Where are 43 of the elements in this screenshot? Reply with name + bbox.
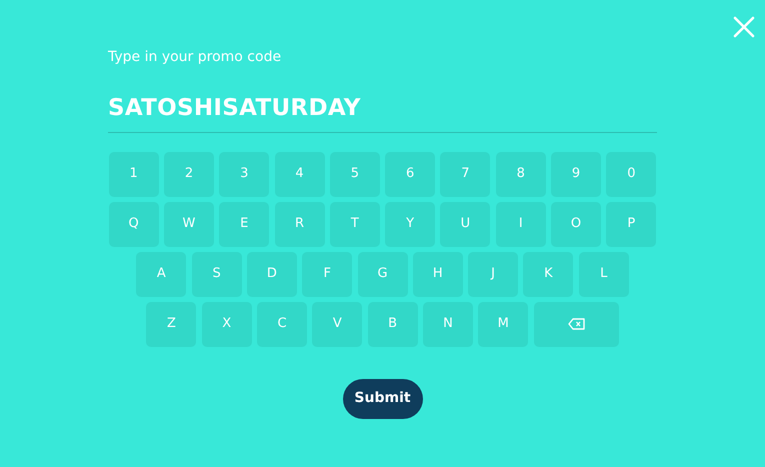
keyboard-key[interactable]: 7 [440,152,490,196]
keyboard-key[interactable]: I [496,202,546,246]
backspace-icon [568,318,585,330]
keyboard-key[interactable]: 2 [164,152,214,196]
keyboard-key[interactable]: 8 [496,152,546,196]
keyboard-key[interactable]: N [422,302,473,346]
keyboard-key[interactable]: S [192,252,242,296]
keyboard-key[interactable]: R [274,202,325,246]
keyboard-key[interactable]: M [478,302,528,346]
keyboard-key[interactable]: C [257,302,308,346]
keyboard-key[interactable]: Z [146,302,196,346]
keyboard-key[interactable]: 1 [108,152,159,196]
keyboard-key[interactable]: 9 [551,152,602,196]
keyboard-key[interactable]: 0 [606,152,656,196]
keyboard-key[interactable]: G [358,252,408,296]
promo-code-field[interactable]: SATOSHISATURDAY [108,91,657,132]
keyboard-key[interactable]: D [246,252,297,296]
keyboard-key[interactable]: 5 [330,152,380,196]
keyboard-key[interactable]: O [551,202,602,246]
keyboard-key[interactable]: Q [108,202,159,246]
keyboard-key[interactable]: T [330,202,380,246]
keyboard-key[interactable]: P [606,202,656,246]
keyboard-key[interactable]: A [136,252,186,296]
keyboard-key[interactable]: J [468,252,518,296]
keyboard-key[interactable]: V [312,302,362,346]
close-button[interactable] [733,16,755,38]
keyboard-key[interactable]: 4 [274,152,325,196]
keyboard-key[interactable]: 3 [219,152,270,196]
keyboard-key[interactable]: W [164,202,214,246]
keyboard-key[interactable]: B [368,302,418,346]
keyboard-key[interactable]: L [578,252,629,296]
keyboard-key[interactable]: F [302,252,352,296]
keyboard-key[interactable]: H [412,252,463,296]
close-icon [733,16,755,38]
keyboard-key[interactable]: 6 [385,152,436,196]
backspace-key[interactable] [534,302,619,346]
keyboard-key[interactable]: E [219,202,270,246]
keyboard-key[interactable]: U [440,202,490,246]
keyboard-key[interactable]: K [523,252,574,296]
submit-button[interactable]: Submit [342,378,422,418]
keyboard-key[interactable]: X [202,302,252,346]
prompt-label: Type in your promo code [108,48,282,67]
keyboard-key[interactable]: Y [385,202,436,246]
